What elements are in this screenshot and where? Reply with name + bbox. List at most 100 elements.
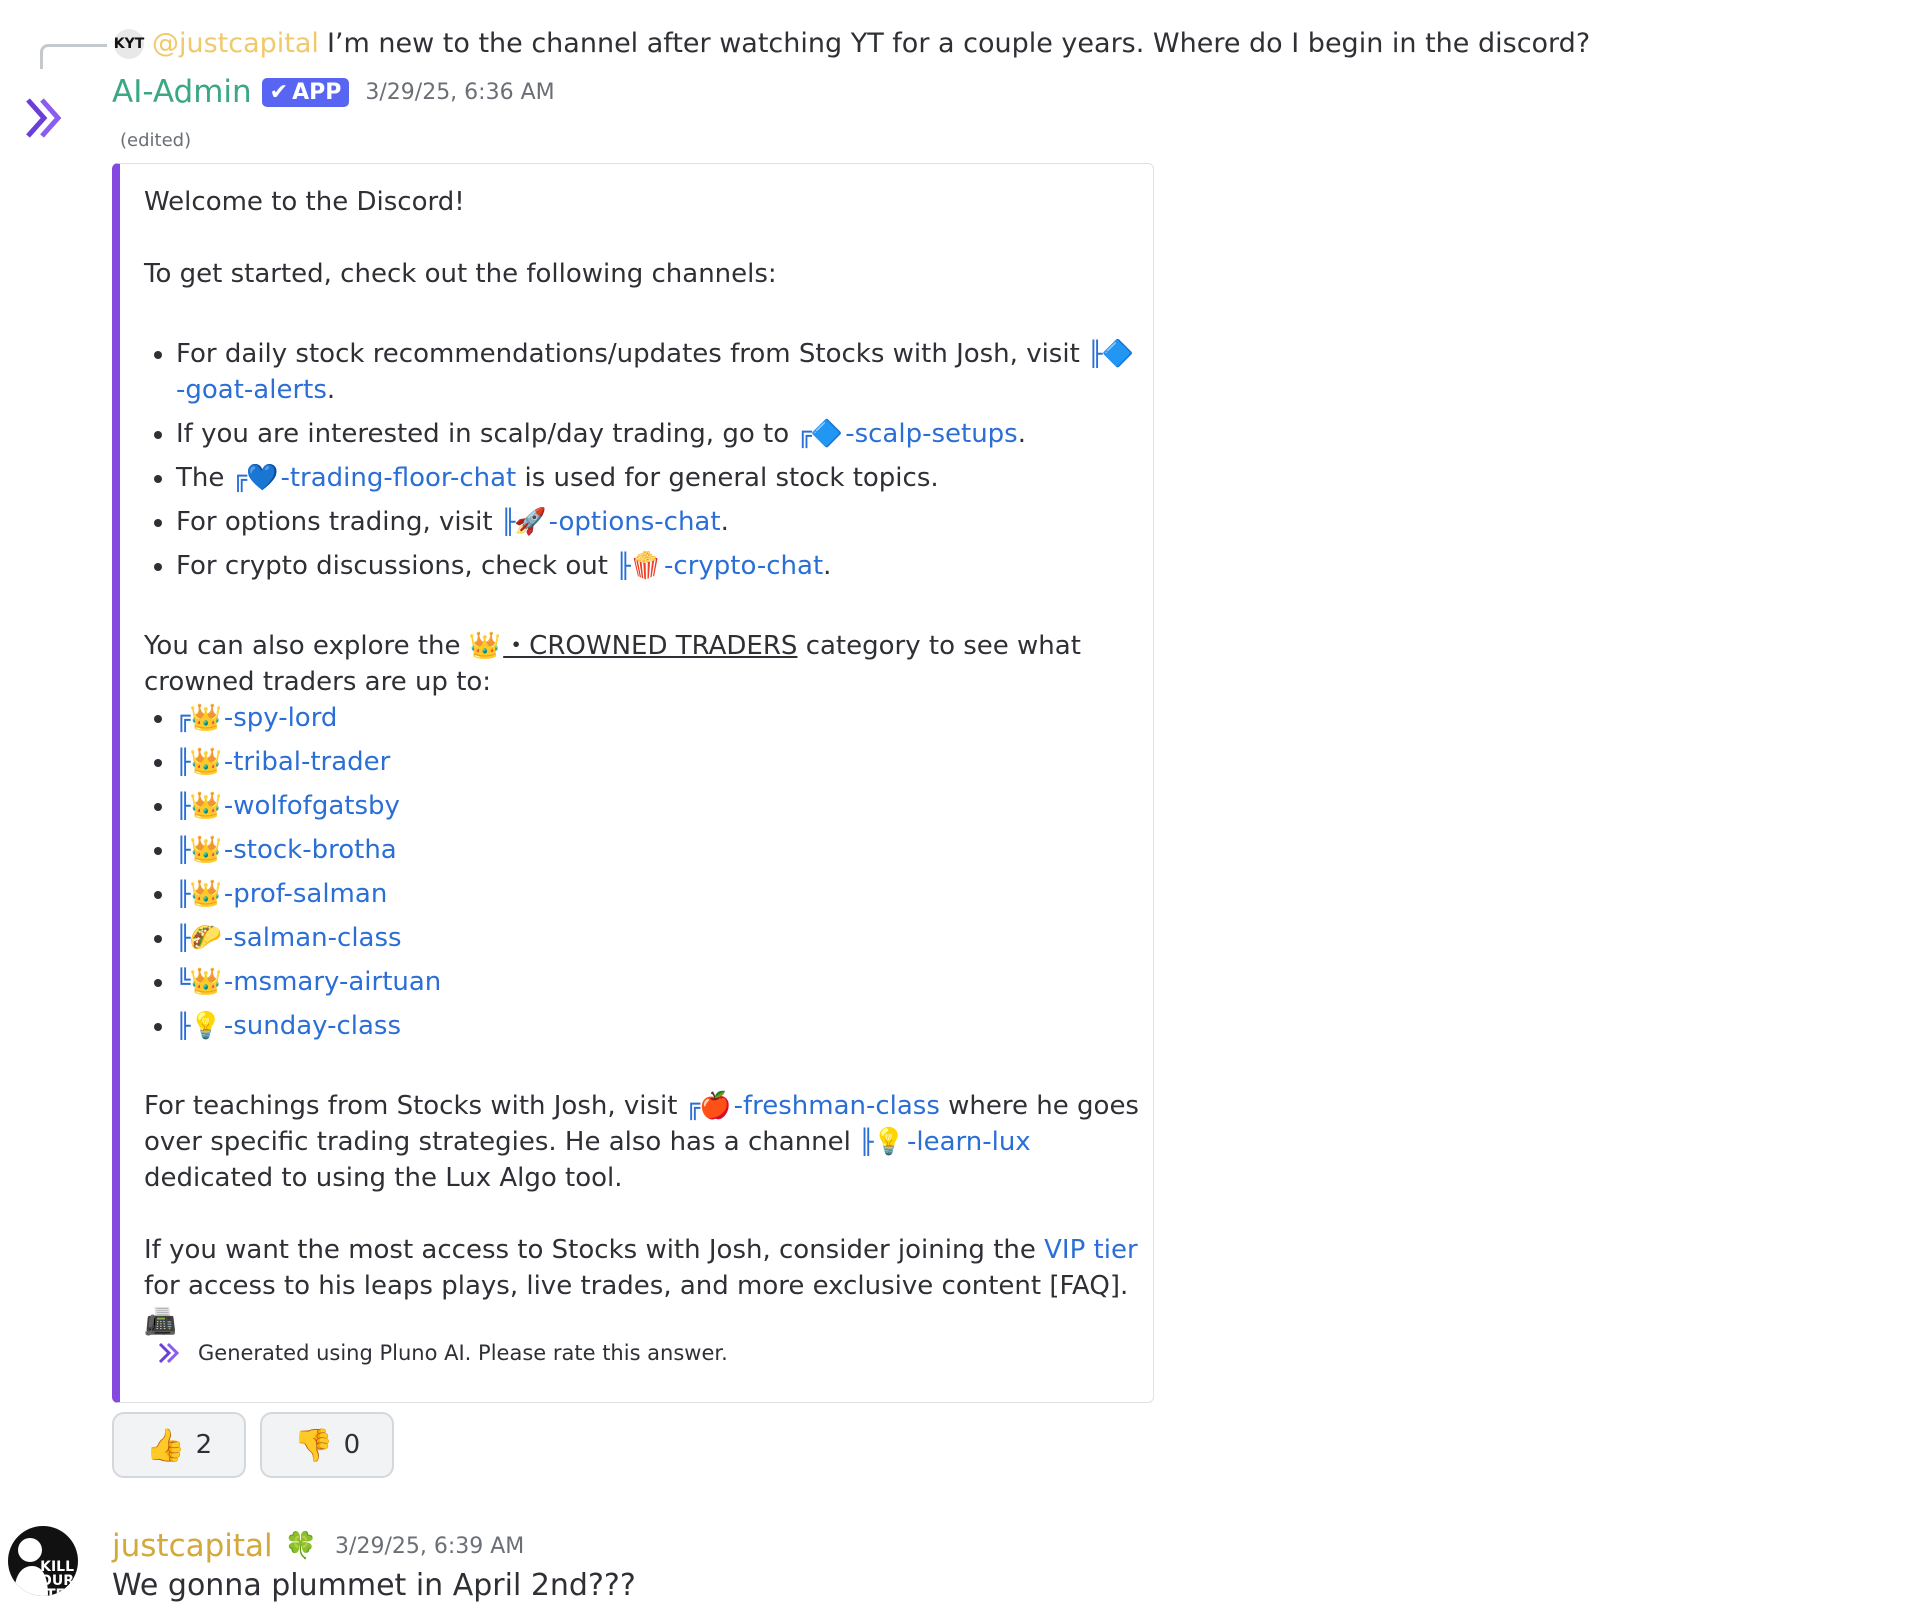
channel-name: -learn-lux	[906, 1127, 1031, 1157]
channel-link-trading-floor-chat[interactable]: ╔💙-trading-floor-chat	[233, 463, 517, 493]
embed-footer-text: Generated using Pluno AI. Please rate th…	[198, 1341, 728, 1365]
popcorn-icon: 🍿	[629, 551, 663, 581]
avatar-text-line: TEL	[45, 1587, 74, 1596]
channel-name: -crypto-chat	[664, 551, 824, 581]
channel-prefix: ╟	[859, 1128, 873, 1156]
fax-icon: 📠	[144, 1307, 177, 1337]
embed-intro: To get started, check out the following …	[144, 259, 777, 289]
channel-link-sunday-class[interactable]: ╟💡-sunday-class	[176, 1011, 401, 1041]
channel-link-prof-salman[interactable]: ╟👑-prof-salman	[176, 879, 387, 909]
channel-prefix: ╟	[500, 508, 515, 536]
reply-connector	[40, 44, 107, 69]
channel-name: -goat-alerts	[176, 375, 327, 405]
thumbs-up-reaction-button[interactable]: 👍 2	[112, 1412, 246, 1478]
channel-link-options-chat[interactable]: ╟🚀-options-chat	[501, 507, 721, 537]
crown-icon: 👑	[189, 967, 222, 997]
channel-name: -stock-brotha	[223, 835, 397, 865]
crown-icon: 👑	[189, 835, 222, 865]
app-badge: ✔ APP	[261, 77, 350, 107]
lightbulb-icon: 💡	[189, 1011, 222, 1041]
checkmark-icon: ✔	[269, 79, 289, 105]
channel-name: -trading-floor-chat	[280, 463, 517, 493]
list-item: ╟👑-prof-salman	[176, 876, 1144, 912]
message-content: We gonna plummet in April 2nd???	[112, 1568, 636, 1603]
reply-text[interactable]: I’m new to the channel after watching YT…	[327, 28, 1590, 59]
thumbs-down-reaction-button[interactable]: 👎 0	[260, 1412, 394, 1478]
channel-link-stock-brotha[interactable]: ╟👑-stock-brotha	[176, 835, 397, 865]
list-item: The ╔💙-trading-floor-chat is used for ge…	[176, 460, 1144, 496]
avatar-text-line: KILL	[40, 1559, 74, 1575]
channel-link-freshman-class[interactable]: ╔🍎-freshman-class	[686, 1091, 940, 1121]
explore-paragraph: You can also explore the 👑・CROWNED TRADE…	[144, 628, 1144, 700]
list-item-text: For daily stock recommendations/updates …	[176, 339, 1089, 369]
channel-link-crypto-chat[interactable]: ╟🍿-crypto-chat	[616, 551, 823, 581]
bot-username[interactable]: AI-Admin	[112, 74, 252, 110]
channel-prefix: ╚	[176, 968, 190, 996]
reply-reference[interactable]: KYT @justcapital I’m new to the channel …	[114, 28, 1590, 59]
list-item: For options trading, visit ╟🚀-options-ch…	[176, 504, 1144, 540]
category-crowned-traders[interactable]: ・CROWNED TRADERS	[503, 631, 797, 661]
channel-prefix: ╟	[176, 880, 190, 908]
list-item-text: is used for general stock topics.	[516, 463, 939, 493]
crown-icon: 👑	[189, 791, 222, 821]
lightbulb-icon: 💡	[872, 1127, 905, 1157]
channel-name: -scalp-setups	[845, 419, 1018, 449]
channel-link-salman-class[interactable]: ╟🌮-salman-class	[176, 923, 402, 953]
channel-link-tribal-trader[interactable]: ╟👑-tribal-trader	[176, 747, 390, 777]
channel-name: -salman-class	[223, 923, 402, 953]
blue-heart-icon: 💙	[246, 463, 279, 493]
crown-icon: 👑	[468, 631, 502, 661]
channel-link-scalp-setups[interactable]: ╔🔷-scalp-setups	[797, 419, 1017, 449]
list-item-text: For options trading, visit	[176, 507, 501, 537]
channel-prefix: ╟	[1088, 340, 1102, 368]
clover-badge-icon[interactable]: 🍀	[285, 1531, 317, 1561]
message-timestamp[interactable]: 3/29/25, 6:36 AM	[365, 80, 554, 105]
bot-avatar[interactable]	[16, 88, 76, 148]
pluno-chevrons-icon	[26, 98, 62, 138]
reply-avatar[interactable]: KYT	[114, 28, 144, 59]
channel-prefix: ╟	[176, 748, 190, 776]
edited-label: (edited)	[120, 130, 192, 151]
vip-tier-link[interactable]: VIP tier	[1044, 1235, 1138, 1265]
username[interactable]: justcapital	[112, 1528, 273, 1564]
crown-icon: 👑	[189, 747, 222, 777]
channel-link-learn-lux[interactable]: ╟💡-learn-lux	[859, 1127, 1031, 1157]
channel-prefix: ╔	[685, 1092, 700, 1120]
channel-name: -wolfofgatsby	[223, 791, 400, 821]
channel-name: -tribal-trader	[223, 747, 391, 777]
reply-username[interactable]: @justcapital	[152, 28, 319, 59]
channel-link-spy-lord[interactable]: ╔👑-spy-lord	[176, 703, 337, 733]
list-item: ╟💡-sunday-class	[176, 1008, 1144, 1044]
channel-prefix: ╔	[176, 704, 190, 732]
user-avatar[interactable]: KILL YOUR TEL	[8, 1526, 78, 1596]
blue-diamond-icon: 🔷	[810, 419, 844, 449]
channel-prefix: ╟	[176, 924, 190, 952]
reaction-count: 2	[195, 1430, 213, 1460]
list-item: For daily stock recommendations/updates …	[176, 336, 1144, 408]
channel-prefix: ╟	[176, 836, 190, 864]
bot-embed: Welcome to the Discord! To get started, …	[112, 163, 1154, 1403]
list-item: ╚👑-msmary-airtuan	[176, 964, 1144, 1000]
channel-prefix: ╟	[616, 552, 630, 580]
channel-list: For daily stock recommendations/updates …	[144, 336, 1144, 584]
channel-link-wolfofgatsby[interactable]: ╟👑-wolfofgatsby	[176, 791, 400, 821]
channel-link-msmary-airtuan[interactable]: ╚👑-msmary-airtuan	[176, 967, 441, 997]
channel-name: -spy-lord	[223, 703, 338, 733]
vip-text: for access to his leaps plays, live trad…	[144, 1271, 1129, 1301]
teaching-text: dedicated to using the Lux Algo tool.	[144, 1163, 623, 1193]
list-item: ╔👑-spy-lord	[176, 700, 1144, 736]
explore-text: You can also explore the	[144, 631, 469, 661]
channel-name: -sunday-class	[223, 1011, 402, 1041]
blue-diamond-icon: 🔷	[1101, 339, 1134, 369]
taco-icon: 🌮	[189, 923, 222, 953]
crowned-channel-list: ╔👑-spy-lord ╟👑-tribal-trader ╟👑-wolfofga…	[144, 700, 1144, 1044]
list-item-text: .	[823, 551, 832, 581]
crown-icon: 👑	[189, 879, 222, 909]
list-item-text: The	[176, 463, 233, 493]
crown-icon: 👑	[189, 703, 222, 733]
list-item: If you are interested in scalp/day tradi…	[176, 416, 1144, 452]
list-item: ╟🌮-salman-class	[176, 920, 1144, 956]
message-header: AI-Admin ✔ APP 3/29/25, 6:36 AM	[112, 74, 555, 110]
message-timestamp[interactable]: 3/29/25, 6:39 AM	[335, 1534, 524, 1559]
list-item: ╟👑-stock-brotha	[176, 832, 1144, 868]
